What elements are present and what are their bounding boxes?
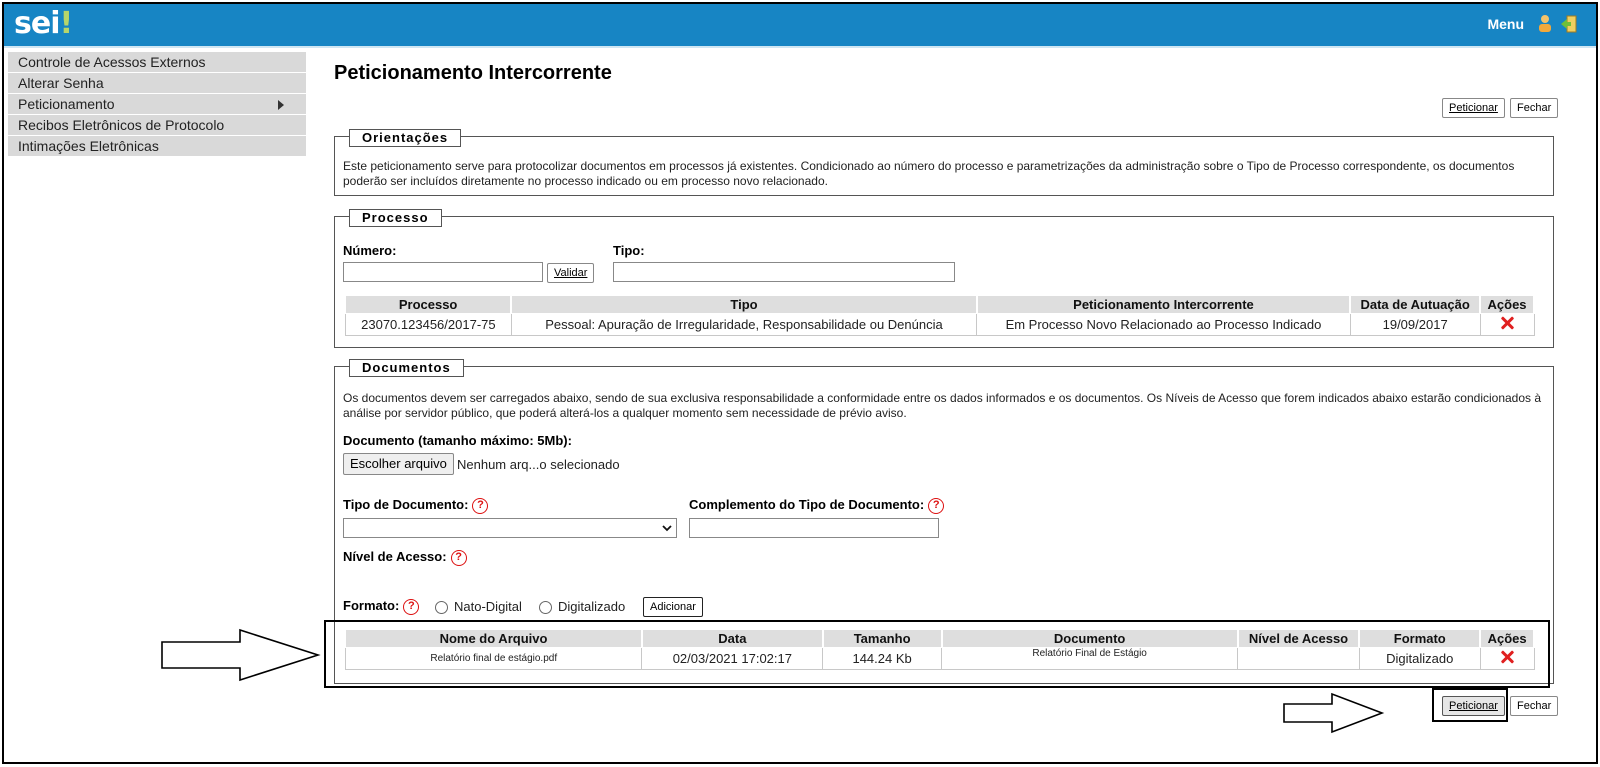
browser-frame: sei! Menu Controle de Acessos Externos A… [2, 2, 1598, 764]
processo-legend: Processo [349, 209, 442, 227]
delete-icon[interactable] [1500, 316, 1514, 330]
cell-processo: 23070.123456/2017-75 [345, 313, 512, 336]
cell-acoes [1479, 313, 1535, 336]
escolher-arquivo-button[interactable]: Escolher arquivo [343, 453, 454, 475]
documentos-text: Os documentos devem ser carregados abaix… [343, 391, 1542, 420]
fechar-button-top[interactable]: Fechar [1510, 98, 1559, 118]
numero-label: Número: [343, 243, 397, 258]
tipo-label: Tipo: [613, 243, 645, 258]
sidebar-item-recibos[interactable]: Recibos Eletrônicos de Protocolo [8, 115, 306, 136]
tipo-documento-label: Tipo de Documento:? [343, 497, 489, 514]
top-bar: sei! Menu [4, 4, 1596, 48]
peticionar-button-top[interactable]: Peticionar [1442, 98, 1505, 118]
chevron-down-icon [662, 525, 672, 532]
col-data-autuacao: Data de Autuação [1349, 295, 1482, 314]
orientacoes-legend: Orientações [349, 129, 462, 147]
radio-digitalizado[interactable]: Digitalizado [539, 599, 625, 615]
formato-label: Formato:? [343, 598, 420, 615]
numero-input[interactable] [343, 262, 543, 282]
complemento-input[interactable] [689, 518, 939, 538]
user-icon[interactable] [1536, 14, 1554, 34]
sidebar-item-peticionamento[interactable]: Peticionamento [8, 94, 306, 115]
cell-peticionamento: Em Processo Novo Relacionado ao Processo… [976, 313, 1351, 336]
radio-button[interactable] [435, 601, 448, 615]
submenu-arrow-icon [278, 100, 284, 110]
sidebar-item-controle-acessos[interactable]: Controle de Acessos Externos [8, 52, 306, 73]
cell-data-autuacao: 19/09/2017 [1349, 313, 1481, 336]
documentos-legend: Documentos [349, 359, 464, 377]
logout-icon[interactable] [1560, 14, 1578, 34]
menu-link[interactable]: Menu [1487, 16, 1524, 32]
nivel-acesso-label: Nível de Acesso:? [343, 549, 467, 566]
sei-logo[interactable]: sei! [14, 6, 73, 41]
help-icon[interactable]: ? [403, 598, 420, 615]
col-acoes: Ações [1479, 295, 1535, 314]
annotation-arrow-icon [161, 628, 321, 682]
complemento-label: Complemento do Tipo de Documento:? [689, 497, 945, 514]
documento-label: Documento (tamanho máximo: 5Mb): [343, 433, 572, 448]
table-row: 23070.123456/2017-75 Pessoal: Apuração d… [345, 313, 1535, 336]
page-title: Peticionamento Intercorrente [334, 62, 612, 84]
processo-fieldset: Processo Número: Validar Tipo: Processo … [334, 209, 1554, 348]
radio-button[interactable] [539, 601, 552, 615]
sidebar-menu: Controle de Acessos Externos Alterar Sen… [8, 52, 306, 157]
sidebar-item-alterar-senha[interactable]: Alterar Senha [8, 73, 306, 94]
help-icon[interactable]: ? [450, 549, 467, 566]
tipo-documento-select[interactable] [343, 518, 677, 538]
validar-button[interactable]: Validar [547, 263, 595, 283]
help-icon[interactable]: ? [928, 497, 945, 514]
col-peticionamento: Peticionamento Intercorrente [976, 295, 1352, 314]
adicionar-button[interactable]: Adicionar [643, 597, 703, 617]
processo-table: Processo Tipo Peticionamento Intercorren… [345, 295, 1535, 336]
col-tipo: Tipo [510, 295, 978, 314]
orientacoes-text: Este peticionamento serve para protocoli… [343, 159, 1515, 188]
file-status-text: Nenhum arq...o selecionado [457, 457, 620, 472]
highlight-box-peticionar [1432, 688, 1508, 722]
col-processo: Processo [345, 295, 513, 314]
annotation-arrow-icon [1283, 692, 1385, 734]
radio-nato-digital[interactable]: Nato-Digital [435, 599, 522, 615]
help-icon[interactable]: ? [472, 497, 489, 514]
tipo-input[interactable] [613, 262, 955, 282]
cell-tipo: Pessoal: Apuração de Irregularidade, Res… [510, 313, 978, 336]
orientacoes-fieldset: Orientações Este peticionamento serve pa… [334, 129, 1554, 196]
highlight-box-table [324, 620, 1550, 688]
sidebar-item-intimacoes[interactable]: Intimações Eletrônicas [8, 136, 306, 157]
fechar-button-bottom[interactable]: Fechar [1510, 696, 1559, 716]
